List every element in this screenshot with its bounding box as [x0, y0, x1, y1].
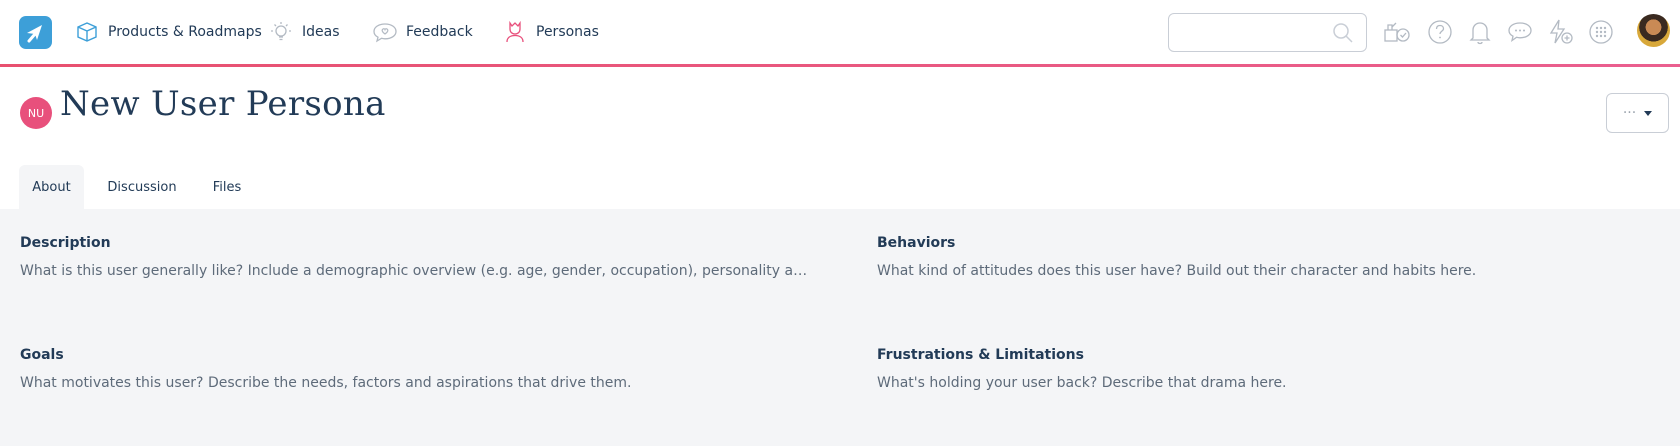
nav-ideas[interactable]: Ideas [268, 20, 340, 44]
persona-icon [502, 20, 528, 44]
nav-label: Products & Roadmaps [108, 24, 262, 40]
section-behaviors[interactable]: Behaviors What kind of attitudes does th… [877, 235, 1677, 279]
section-heading: Description [20, 235, 111, 251]
section-text: What's holding your user back? Describe … [877, 375, 1287, 391]
nav-products-roadmaps[interactable]: Products & Roadmaps [74, 20, 262, 44]
section-text: What motivates this user? Describe the n… [20, 375, 632, 391]
page-title: New User Persona [60, 84, 386, 124]
bell-icon[interactable] [1466, 18, 1494, 46]
section-heading: Frustrations & Limitations [877, 347, 1084, 363]
help-icon[interactable] [1426, 18, 1454, 46]
box-icon [74, 20, 100, 44]
user-avatar[interactable] [1637, 14, 1670, 47]
section-goals[interactable]: Goals What motivates this user? Describe… [20, 347, 820, 391]
lightbulb-icon [268, 20, 294, 44]
persona-initials-badge: NU [20, 97, 52, 129]
tab-label: Discussion [107, 179, 177, 195]
tab-label: Files [212, 179, 242, 195]
chat-icon[interactable] [1506, 18, 1534, 46]
bolt-add-icon[interactable] [1546, 18, 1574, 46]
tab-discussion[interactable]: Discussion [102, 165, 182, 209]
tab-label: About [32, 179, 71, 195]
section-heading: Goals [20, 347, 64, 363]
whats-new-icon[interactable] [1383, 18, 1411, 46]
chat-heart-icon [372, 20, 398, 44]
section-frustrations[interactable]: Frustrations & Limitations What's holdin… [877, 347, 1677, 391]
section-description[interactable]: Description What is this user generally … [20, 235, 820, 279]
more-dots-icon: ··· [1622, 105, 1637, 121]
section-heading: Behaviors [877, 235, 956, 251]
nav-personas[interactable]: Personas [502, 20, 599, 44]
more-actions-button[interactable]: ··· [1606, 93, 1669, 133]
app-logo[interactable] [19, 16, 52, 49]
chevron-down-icon [1644, 110, 1653, 116]
apps-grid-icon[interactable] [1587, 18, 1615, 46]
nav-label: Feedback [406, 24, 473, 40]
section-text: What is this user generally like? Includ… [20, 263, 810, 279]
tab-about[interactable]: About [19, 165, 84, 209]
nav-label: Personas [536, 24, 599, 40]
nav-feedback[interactable]: Feedback [372, 20, 473, 44]
section-text: What kind of attitudes does this user ha… [877, 263, 1477, 279]
search-icon [1333, 23, 1353, 43]
nav-label: Ideas [302, 24, 340, 40]
tab-files[interactable]: Files [204, 165, 250, 209]
search-input[interactable] [1168, 13, 1367, 52]
